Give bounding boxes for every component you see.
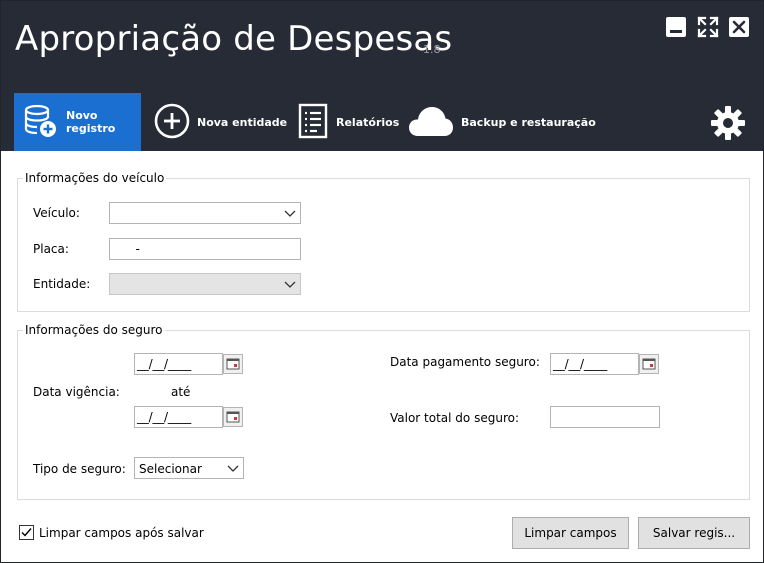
close-icon[interactable] [729,17,749,37]
placa-label: Placa: [33,242,69,256]
app-window: Apropriação de Despesas 1.8 Novo registr… [0,0,764,563]
app-header: Apropriação de Despesas 1.8 Novo registr… [1,1,763,151]
tab-novo-registro[interactable]: Novo registro [14,93,141,151]
tab-label: Nova entidade [197,115,288,129]
placa-input[interactable]: - [109,238,301,260]
calendar-icon[interactable] [639,354,659,374]
calendar-icon[interactable] [223,354,243,374]
tab-nova-entidade[interactable]: Nova entidade [154,93,287,151]
valor-total-label: Valor total do seguro: [390,411,519,425]
seguro-group-title: Informações do seguro [23,323,165,337]
app-version: 1.8 [423,43,441,56]
limpar-campos-button[interactable]: Limpar campos [512,517,629,549]
chevron-down-icon [284,210,296,217]
main-toolbar: Novo registro Nova entidade Relatórios B… [1,93,763,151]
ate-label: até [171,385,191,399]
plus-circle-icon [154,103,190,142]
entidade-label: Entidade: [33,277,91,291]
veiculo-group-title: Informações do veículo [23,171,167,185]
minimize-icon[interactable] [666,17,686,37]
cloud-icon [408,104,454,141]
salvar-registro-button[interactable]: Salvar regis... [638,517,750,549]
report-icon [297,103,329,142]
checkmark-icon [21,528,32,537]
data-vigencia-label: Data vigência: [33,385,120,399]
vigencia-fim-field[interactable]: __/__/____ [134,406,223,428]
tipo-seguro-label: Tipo de seguro: [33,462,126,476]
limpar-apos-salvar-checkbox[interactable] [19,525,34,540]
limpar-apos-salvar-label[interactable]: Limpar campos após salvar [39,526,204,540]
calendar-icon[interactable] [223,407,243,427]
valor-total-input[interactable] [550,406,660,428]
gear-icon[interactable] [710,105,746,141]
tipo-seguro-select[interactable]: Selecionar [134,457,244,479]
tab-backup-restauracao[interactable]: Backup e restauração [408,93,596,151]
database-add-icon [23,103,59,142]
fullscreen-icon[interactable] [697,16,719,38]
tab-label: Backup e restauração [461,115,596,129]
entidade-select[interactable] [109,273,301,295]
chevron-down-icon [227,465,239,472]
data-pagamento-label: Data pagamento seguro: [390,355,540,369]
tipo-seguro-value: Selecionar [139,462,202,476]
tab-label: Relatórios [336,115,400,129]
app-title: Apropriação de Despesas [15,19,453,59]
data-pagamento-field[interactable]: __/__/____ [550,353,639,375]
veiculo-select[interactable] [109,202,301,224]
tab-label: Novo registro [66,109,116,135]
chevron-down-icon [284,281,296,288]
veiculo-label: Veículo: [33,206,80,220]
tab-relatorios[interactable]: Relatórios [297,93,399,151]
vigencia-inicio-field[interactable]: __/__/____ [134,353,223,375]
